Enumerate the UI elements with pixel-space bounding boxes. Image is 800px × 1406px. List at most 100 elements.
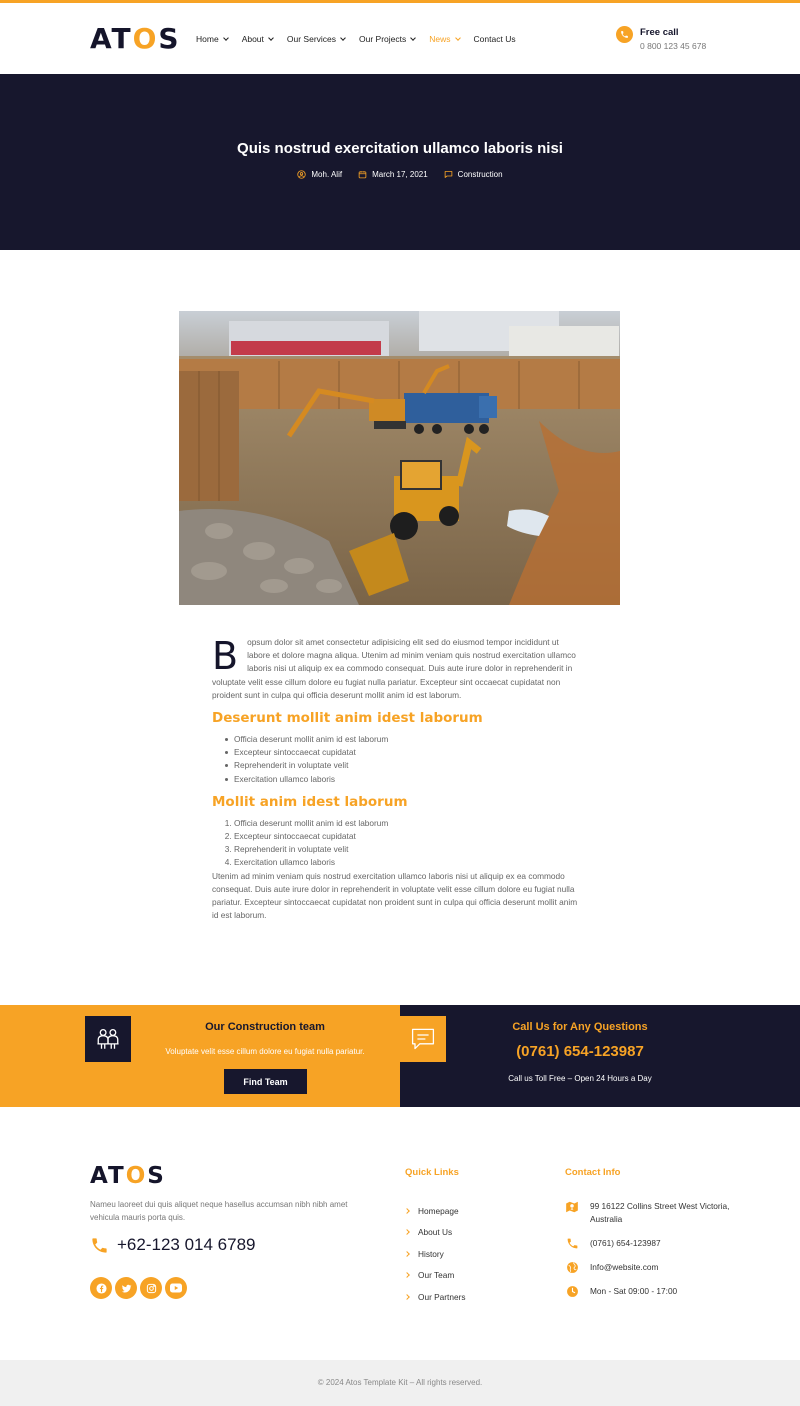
quick-link-homepage[interactable]: Homepage (404, 1200, 466, 1222)
post-hero: Quis nostrud exercitation ullamco labori… (0, 74, 800, 250)
chevron-down-icon (268, 34, 274, 41)
post-date: March 17, 2021 (358, 170, 428, 179)
article-intro-text: opsum dolor sit amet consectetur adipisi… (212, 637, 576, 700)
list-item: Reprehenderit in voluptate velit (234, 843, 584, 856)
nav-about-label: About (241, 34, 264, 44)
nav-contact-label: Contact Us (473, 34, 516, 44)
article-outro: Utenim ad minim veniam quis nostrud exer… (212, 870, 578, 921)
chevron-down-icon (222, 34, 229, 41)
quick-link-history[interactable]: History (404, 1243, 466, 1265)
contact-info-title: Contact Info (565, 1167, 621, 1178)
call-cta: Call Us for Any Questions (0761) 654-123… (400, 1005, 800, 1107)
quick-link-team[interactable]: Our Team (404, 1265, 466, 1287)
contact-address-text: 99 16122 Collins Street West Victoria, A… (590, 1201, 730, 1224)
article-heading-2: Mollit anim idest laborum (212, 793, 408, 810)
nav-item-projects[interactable]: Our Projects (359, 34, 417, 44)
globe-icon (566, 1262, 578, 1273)
article-bullet-list: Officia deserunt mollit anim id est labo… (225, 733, 584, 786)
list-item: Exercitation ullamco laboris (234, 856, 584, 869)
team-cta-description: Voluptate velit esse cillum dolore eu fu… (165, 1047, 365, 1056)
nav-item-news[interactable]: News (429, 34, 461, 44)
free-call-label: Free call (640, 27, 679, 38)
contact-email[interactable]: Info@website.com (565, 1261, 745, 1274)
featured-image (179, 311, 620, 605)
phone-icon (567, 1238, 577, 1249)
free-call-number: 0 800 123 45 678 (640, 41, 707, 51)
chevron-down-icon (454, 34, 461, 41)
list-item: Officia deserunt mollit anim id est labo… (225, 733, 584, 746)
logo-text-o: O (132, 22, 159, 55)
quick-links-title: Quick Links (405, 1167, 459, 1178)
team-cta-title: Our Construction team (205, 1021, 325, 1033)
footer-phone-number: +62-123 014 6789 (117, 1235, 256, 1254)
copyright-bar: © 2024 Atos Template Kit – All rights re… (0, 1360, 800, 1406)
comment-icon (444, 171, 452, 178)
quick-link-label: History (418, 1248, 444, 1259)
list-item: Excepteur sintoccaecat cupidatat (225, 746, 584, 759)
site-header: ATOS Home About Our Services Our Project… (0, 3, 800, 74)
list-item: Excepteur sintoccaecat cupidatat (234, 830, 584, 843)
footer-logo[interactable]: ATOS (90, 1164, 166, 1188)
post-author-name: Moh. Alif (311, 170, 343, 179)
contact-phone-text: (0761) 654-123987 (590, 1238, 661, 1248)
find-team-button[interactable]: Find Team (224, 1069, 307, 1094)
clock-icon (566, 1286, 578, 1297)
main-nav: Home About Our Services Our Projects New… (196, 34, 516, 44)
drop-cap: B (212, 634, 239, 678)
quick-link-label: Our Team (418, 1270, 455, 1281)
contact-hours-text: Mon - Sat 09:00 - 17:00 (590, 1286, 678, 1296)
call-cta-subtitle: Call us Toll Free – Open 24 Hours a Day (508, 1074, 652, 1083)
article-intro: Bopsum dolor sit amet consectetur adipis… (212, 636, 584, 702)
chevron-down-icon (410, 34, 417, 41)
social-links (90, 1277, 187, 1299)
call-cta-phone[interactable]: (0761) 654-123987 (460, 1043, 700, 1060)
nav-item-services[interactable]: Our Services (286, 34, 346, 44)
quick-link-about[interactable]: About Us (404, 1222, 466, 1244)
quick-link-label: Homepage (418, 1205, 459, 1216)
nav-item-about[interactable]: About (241, 34, 274, 44)
facebook-icon[interactable] (90, 1277, 112, 1299)
chevron-right-icon (404, 1250, 410, 1257)
nav-services-label: Our Services (286, 34, 337, 44)
nav-item-contact[interactable]: Contact Us (474, 34, 516, 44)
nav-news-label: News (429, 34, 451, 44)
logo-text-right: S (147, 1163, 166, 1189)
logo-text-left: AT (90, 1163, 126, 1189)
nav-item-home[interactable]: Home (196, 34, 229, 44)
contact-email-text: Info@website.com (590, 1262, 659, 1272)
quick-link-label: Our Partners (418, 1291, 466, 1302)
post-author[interactable]: Moh. Alif (297, 170, 342, 179)
list-item: Officia deserunt mollit anim id est labo… (234, 817, 584, 830)
map-icon (566, 1201, 578, 1213)
site-logo[interactable]: ATOS (90, 25, 181, 53)
twitter-icon[interactable] (115, 1277, 137, 1299)
chevron-right-icon (404, 1207, 410, 1214)
article-heading-1: Deserunt mollit anim idest laborum (212, 710, 483, 727)
team-cta: Our Construction team Voluptate velit es… (0, 1005, 400, 1107)
chevron-right-icon (404, 1229, 410, 1236)
contact-phone[interactable]: (0761) 654-123987 (565, 1237, 745, 1250)
footer-phone[interactable]: +62-123 014 6789 (90, 1235, 256, 1255)
quick-links: Homepage About Us History Our Team Our P… (404, 1200, 466, 1308)
list-item: Reprehenderit in voluptate velit (225, 759, 584, 772)
chevron-right-icon (404, 1293, 410, 1300)
post-category-text: Construction (457, 170, 503, 179)
chevron-right-icon (404, 1272, 410, 1279)
user-icon (297, 170, 307, 179)
post-category[interactable]: Construction (444, 170, 503, 179)
logo-text-o: O (125, 1163, 148, 1189)
nav-home-label: Home (196, 34, 219, 44)
footer-description: Nameu laoreet dui quis aliquet neque has… (90, 1200, 348, 1222)
copyright-text: © 2024 Atos Template Kit – All rights re… (317, 1378, 483, 1387)
post-title: Quis nostrud exercitation ullamco labori… (237, 140, 563, 157)
logo-text-right: S (158, 22, 181, 55)
instagram-icon[interactable] (140, 1277, 162, 1299)
article-numbered-list: Officia deserunt mollit anim id est labo… (234, 817, 584, 870)
phone-icon (616, 26, 633, 43)
quick-link-label: About Us (418, 1227, 453, 1238)
phone-icon (92, 1237, 107, 1253)
chevron-down-icon (340, 34, 346, 41)
post-meta: Moh. Alif March 17, 2021 Construction (0, 170, 800, 179)
quick-link-partners[interactable]: Our Partners (404, 1286, 466, 1308)
youtube-icon[interactable] (165, 1277, 187, 1299)
